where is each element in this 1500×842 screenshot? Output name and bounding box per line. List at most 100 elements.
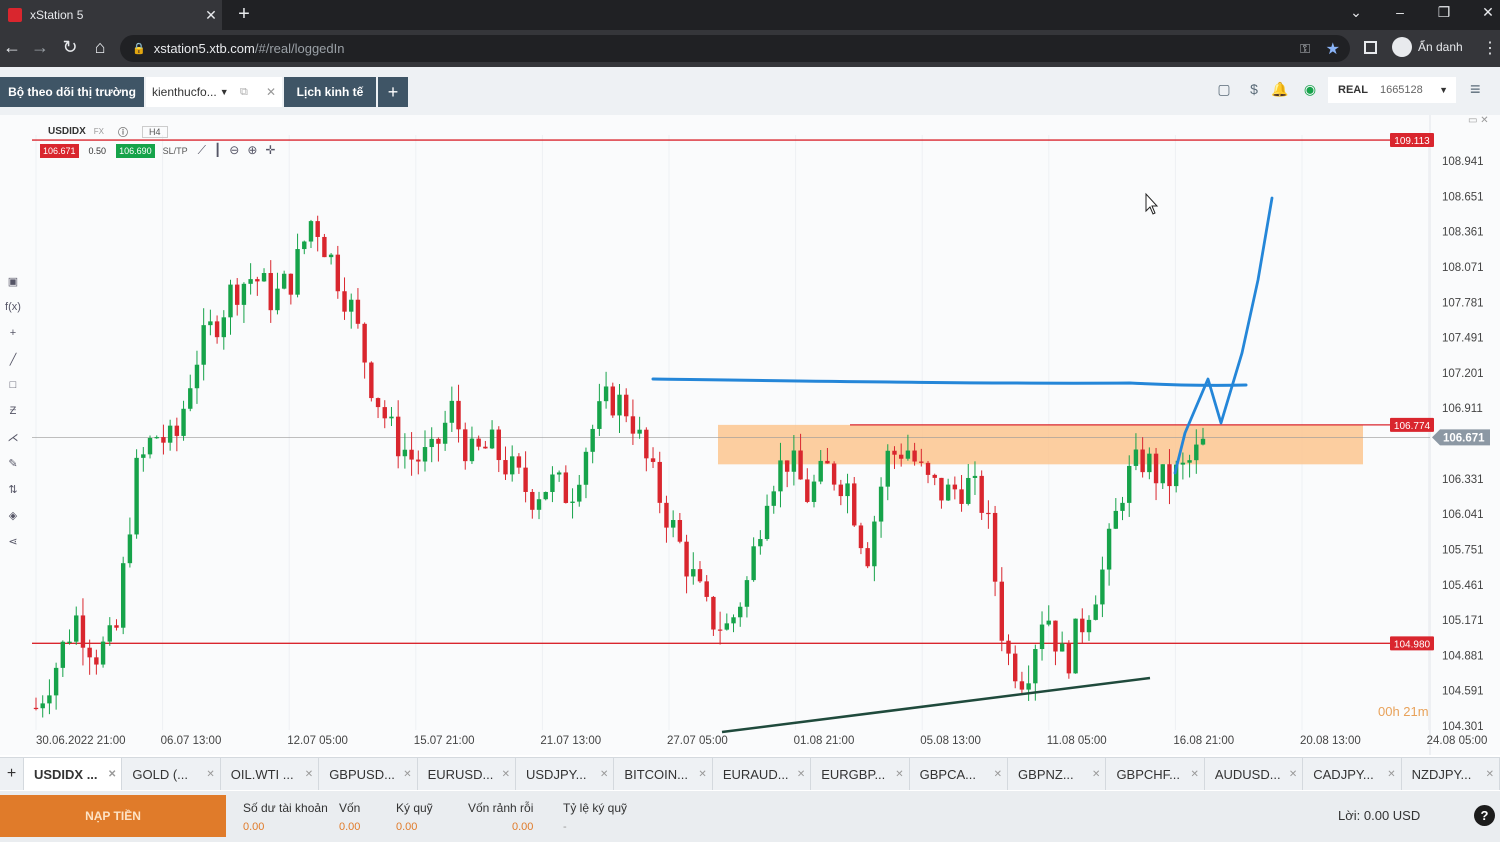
side-panel-icon[interactable] <box>1364 41 1377 54</box>
fibonacci-tool-icon[interactable]: Ƶ <box>0 405 26 431</box>
zoom-in-icon[interactable]: ⊕ <box>247 143 257 158</box>
crosshair-tool-icon[interactable]: + <box>0 327 26 353</box>
close-icon[interactable]: ✕ <box>1387 769 1395 780</box>
instrument-tab[interactable]: OIL.WTI ... ✕ <box>221 758 320 790</box>
buy-button[interactable]: 106.690 <box>116 143 155 158</box>
close-icon[interactable]: ✕ <box>206 769 214 780</box>
close-icon[interactable]: ✕ <box>698 769 706 780</box>
candles-icon[interactable]: ┃ <box>214 143 221 158</box>
supply-zone[interactable] <box>718 424 1363 465</box>
deposit-button[interactable]: NẠP TIỀN <box>0 795 226 837</box>
instrument-tab[interactable]: GBPCHF... ✕ <box>1106 758 1205 790</box>
pitchfork-tool-icon[interactable]: ⋌ <box>0 431 26 457</box>
instrument-tab[interactable]: USDIDX ... ✕ <box>23 758 123 790</box>
key-icon[interactable]: ⚿ <box>1300 41 1310 57</box>
chart-window-controls[interactable]: ▭ ✕ <box>1468 115 1489 126</box>
chevron-down-icon[interactable]: ▼ <box>220 87 229 97</box>
close-icon[interactable]: ✕ <box>266 85 276 99</box>
share-icon[interactable]: ⋖ <box>0 535 26 561</box>
layers-icon[interactable]: ◈ <box>0 509 26 535</box>
close-icon[interactable]: ✕ <box>895 769 903 780</box>
instrument-tab[interactable]: GBPNZ... ✕ <box>1008 758 1107 790</box>
popout-icon[interactable]: ⧉ <box>240 86 248 99</box>
sell-button[interactable]: 106.671 <box>40 143 79 158</box>
browser-tab-bar: xStation 5 ✕ + ⌄ – ❐ ✕ <box>0 0 1500 30</box>
instrument-tab[interactable]: USDJPY... ✕ <box>516 758 615 790</box>
back-icon[interactable]: ← <box>0 37 24 58</box>
close-window-button[interactable]: ✕ <box>1474 4 1500 21</box>
url-field[interactable]: 🔒 xstation5.xtb.com/#/real/loggedIn ⚿ ★ <box>120 35 1350 62</box>
close-icon[interactable]: ✕ <box>305 769 313 780</box>
close-tab-icon[interactable]: ✕ <box>200 7 222 24</box>
candle-body <box>657 461 662 503</box>
info-icon[interactable]: ⓘ <box>118 124 128 139</box>
zoom-out-icon[interactable]: ⊖ <box>229 143 239 158</box>
bookmark-star-icon[interactable]: ★ <box>1326 39 1340 59</box>
candle-body <box>409 449 414 460</box>
tab-search-icon[interactable]: ⌄ <box>1342 4 1370 21</box>
close-icon[interactable]: ✕ <box>1289 769 1297 780</box>
instrument-tab[interactable]: GBPUSD... ✕ <box>319 758 418 790</box>
minimize-button[interactable]: – <box>1386 4 1414 20</box>
tab-chart[interactable]: kienthucfo... ▼ ⧉ ✕ <box>146 77 282 107</box>
line-chart-icon[interactable]: ⟋ <box>198 143 206 158</box>
indicator-fx-icon[interactable]: f(x) <box>0 301 26 327</box>
restore-button[interactable]: ❐ <box>1430 4 1458 21</box>
tab-market-watch[interactable]: Bộ theo dõi thị trường <box>0 77 144 107</box>
crosshair-icon[interactable]: ✛ <box>265 143 275 158</box>
instrument-tab[interactable]: EURGBP... ✕ <box>811 758 910 790</box>
candle-body <box>127 534 133 564</box>
add-tab-button[interactable]: + <box>378 77 408 107</box>
price-chart[interactable]: 108.941 108.651 108.361 108.071 107.781 107.4… <box>0 115 1500 755</box>
instrument-tab[interactable]: EURAUD... ✕ <box>713 758 812 790</box>
candle-body <box>1039 624 1045 650</box>
price-sound-icon[interactable]: $ <box>1244 81 1264 97</box>
close-icon[interactable]: ✕ <box>600 769 608 780</box>
forward-icon[interactable]: → <box>28 37 52 58</box>
close-icon[interactable]: ✕ <box>1486 769 1494 780</box>
close-icon[interactable]: ✕ <box>108 769 116 780</box>
close-icon[interactable]: ✕ <box>1190 769 1198 780</box>
instrument-tab-label: GBPCHF... <box>1116 766 1181 782</box>
compare-tool-icon[interactable]: ⇅ <box>0 483 26 509</box>
volume-input[interactable]: 0.50 <box>79 146 117 156</box>
browser-menu-icon[interactable]: ⋮ <box>1482 38 1498 58</box>
trendline[interactable] <box>721 676 1151 734</box>
rectangle-tool-icon[interactable]: □ <box>0 379 26 405</box>
instrument-tab[interactable]: GBPCA... ✕ <box>910 758 1009 790</box>
new-tab-button[interactable]: + <box>232 3 256 26</box>
pen-tool-icon[interactable]: ✎ <box>0 457 26 483</box>
incognito-profile[interactable]: Ẩn danh <box>1392 37 1463 57</box>
line-tool-icon[interactable]: ╱ <box>0 353 26 379</box>
timeframe-select[interactable]: H4 <box>142 125 168 138</box>
browser-tab[interactable]: xStation 5 ✕ <box>0 0 222 30</box>
account-selector[interactable]: REAL 1665128 ▼ <box>1328 77 1456 103</box>
tab-economic-calendar[interactable]: Lịch kinh tế <box>284 77 376 107</box>
help-icon[interactable]: ? <box>1474 805 1495 826</box>
close-icon[interactable]: ✕ <box>994 769 1002 780</box>
layout-icon[interactable]: ▢ <box>1214 81 1234 98</box>
instrument-tab[interactable]: NZDJPY... ✕ <box>1402 758 1500 790</box>
drawn-horizontal-line[interactable] <box>651 377 1248 387</box>
add-instrument-button[interactable]: + <box>0 758 24 790</box>
close-icon[interactable]: ✕ <box>797 769 805 780</box>
instrument-tab-label: USDJPY... <box>526 766 587 782</box>
instrument-tab[interactable]: EURUSD... ✕ <box>418 758 516 790</box>
close-icon[interactable]: ✕ <box>1092 769 1100 780</box>
home-icon[interactable]: ⌂ <box>88 37 112 58</box>
stat-margin-level: Tỷ lệ ký quỹ - <box>563 801 627 833</box>
close-icon[interactable]: ✕ <box>502 769 510 780</box>
hamburger-menu-icon[interactable]: ≡ <box>1470 79 1481 100</box>
instrument-tab[interactable]: CADJPY... ✕ <box>1303 758 1402 790</box>
square-tool-icon[interactable]: ▣ <box>0 275 26 301</box>
symbol-label[interactable]: USDIDX <box>48 126 86 137</box>
bell-icon[interactable]: 🔔 <box>1270 81 1290 98</box>
instrument-tab[interactable]: GOLD (... ✕ <box>122 758 221 790</box>
candle-body <box>516 456 522 468</box>
reload-icon[interactable]: ↻ <box>58 37 82 58</box>
chart-area[interactable]: 108.941 108.651 108.361 108.071 107.781 107.4… <box>0 115 1500 755</box>
close-icon[interactable]: ✕ <box>403 769 411 780</box>
sltp-button[interactable]: SL/TP <box>163 146 188 156</box>
instrument-tab[interactable]: BITCOIN... ✕ <box>614 758 713 790</box>
instrument-tab[interactable]: AUDUSD... ✕ <box>1205 758 1304 790</box>
